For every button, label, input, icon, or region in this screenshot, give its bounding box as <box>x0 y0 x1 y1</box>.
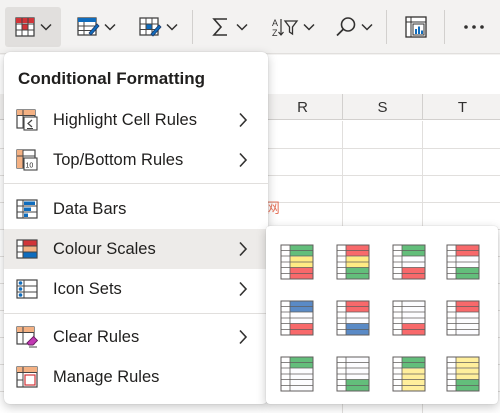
menu-item-label: Top/Bottom Rules <box>53 150 184 169</box>
column-header-r[interactable]: R <box>262 94 342 120</box>
colour-scale-preset[interactable] <box>280 356 314 392</box>
clear-rules-icon <box>16 326 38 348</box>
colour-scale-preset[interactable] <box>280 244 314 280</box>
chevron-down-icon <box>361 23 373 31</box>
chevron-right-icon <box>239 241 248 257</box>
colour-scale-preset[interactable] <box>280 300 314 336</box>
data-bars-icon <box>16 199 38 219</box>
chevron-down-icon <box>40 23 52 31</box>
colour-scale-preset[interactable] <box>336 356 370 392</box>
menu-item-label: Manage Rules <box>53 367 160 386</box>
chevron-right-icon <box>239 329 248 345</box>
menu-item-manage-rules[interactable]: Manage Rules <box>4 357 268 397</box>
menu-item-highlight-cell-rules[interactable]: Highlight Cell Rules <box>4 100 268 140</box>
menu-item-clear-rules[interactable]: Clear Rules <box>4 317 268 357</box>
conditional-formatting-menu: Conditional Formatting Highlight Cell Ru… <box>4 52 268 404</box>
top-bottom-rules-icon: 10 <box>16 149 38 171</box>
conditional-formatting-icon <box>15 17 35 37</box>
colour-scales-submenu <box>266 226 498 404</box>
menu-item-icon-sets[interactable]: Icon Sets <box>4 269 268 309</box>
toolbar-separator <box>386 10 387 44</box>
menu-item-label: Icon Sets <box>53 279 122 298</box>
chevron-down-icon <box>104 23 116 31</box>
menu-item-data-bars[interactable]: Data Bars <box>4 189 268 229</box>
colour-scale-preset[interactable] <box>336 300 370 336</box>
format-as-table-button[interactable] <box>70 7 122 47</box>
svg-text:Z: Z <box>272 28 278 38</box>
sort-filter-button[interactable]: A Z <box>264 7 322 47</box>
toolbar-separator <box>444 10 445 44</box>
manage-rules-icon <box>16 366 38 388</box>
menu-item-label: Data Bars <box>53 199 127 218</box>
chevron-right-icon <box>239 281 248 297</box>
chevron-down-icon <box>303 23 315 31</box>
colour-scale-preset[interactable] <box>446 356 480 392</box>
chevron-down-icon <box>236 23 248 31</box>
menu-item-label: Clear Rules <box>53 327 140 346</box>
chevron-right-icon <box>239 152 248 168</box>
colour-scale-preset[interactable] <box>392 244 426 280</box>
svg-text:A: A <box>272 18 278 28</box>
colour-scale-preset[interactable] <box>446 244 480 280</box>
top-10-label: 10 <box>26 163 34 170</box>
cell-styles-button[interactable] <box>132 7 184 47</box>
icon-sets-icon <box>16 279 38 299</box>
conditional-formatting-button[interactable] <box>5 7 61 47</box>
analyze-data-icon <box>405 16 427 38</box>
menu-title: Conditional Formatting <box>18 69 205 88</box>
search-icon <box>336 17 356 37</box>
more-options-button[interactable] <box>454 7 494 47</box>
colour-scale-preset[interactable] <box>392 300 426 336</box>
highlight-cell-rules-icon <box>16 109 38 131</box>
colour-scale-preset[interactable] <box>446 300 480 336</box>
ribbon-toolbar: A Z <box>0 0 500 54</box>
colour-scales-icon <box>16 239 38 259</box>
menu-item-top-bottom-rules[interactable]: 10 Top/Bottom Rules <box>4 140 268 180</box>
format-as-table-icon <box>77 17 100 36</box>
toolbar-separator <box>192 10 193 44</box>
ellipsis-icon <box>464 25 484 29</box>
find-select-button[interactable] <box>328 7 380 47</box>
menu-item-colour-scales[interactable]: Colour Scales <box>4 229 268 269</box>
sigma-icon <box>212 18 227 36</box>
autosum-button[interactable] <box>203 7 255 47</box>
menu-item-label: Colour Scales <box>53 239 156 258</box>
column-header-s[interactable]: S <box>342 94 422 120</box>
analyze-data-button[interactable] <box>396 7 436 47</box>
sort-filter-icon: A Z <box>272 18 299 38</box>
chevron-right-icon <box>239 112 248 128</box>
chevron-down-icon <box>166 23 178 31</box>
colour-scale-preset[interactable] <box>392 356 426 392</box>
menu-separator <box>4 313 268 314</box>
menu-item-label: Highlight Cell Rules <box>53 110 197 129</box>
colour-scale-preset[interactable] <box>336 244 370 280</box>
menu-separator <box>4 183 268 184</box>
cell-styles-icon <box>139 17 162 37</box>
column-header-t[interactable]: T <box>422 94 500 120</box>
